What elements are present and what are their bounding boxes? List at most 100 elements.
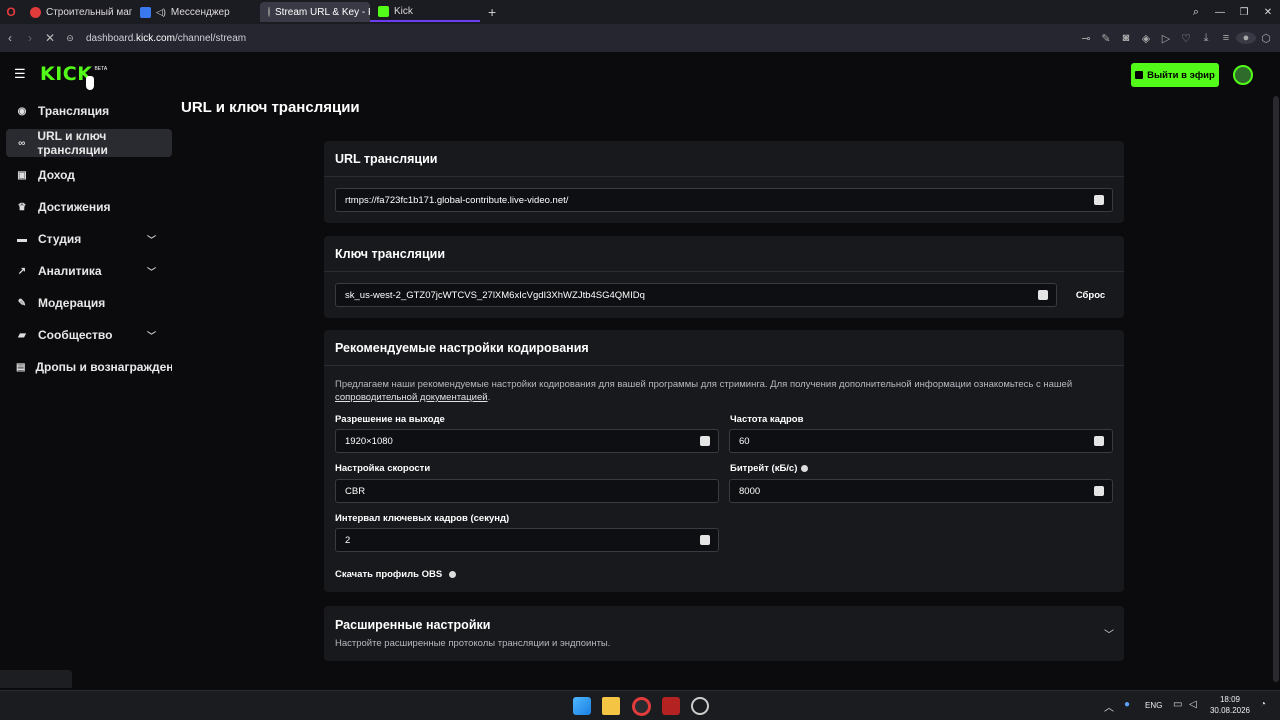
avatar[interactable]	[1233, 65, 1253, 85]
forward-icon[interactable]: ›	[20, 31, 40, 45]
chevron-down-icon[interactable]: ﹀	[1104, 626, 1114, 641]
extensions-icon[interactable]: ⬡	[1256, 32, 1276, 45]
sidebar-item-analytics[interactable]: ↗ Аналитика ﹀	[6, 257, 172, 285]
network-icon[interactable]: ▭	[1173, 699, 1182, 710]
chevron-down-icon: ﹀	[146, 266, 156, 277]
sidebar-item-label: Аналитика	[38, 264, 102, 278]
sidebar-item-label: Сообщество	[38, 328, 113, 342]
audio-playing-icon[interactable]: ◁)	[156, 7, 166, 18]
community-icon: ▰	[18, 329, 26, 341]
info-icon[interactable]	[801, 465, 809, 472]
copy-icon[interactable]	[1094, 436, 1104, 446]
chevron-up-icon[interactable]: ︿	[1104, 699, 1114, 714]
vpn-icon[interactable]: ◈	[1136, 32, 1156, 45]
steam-icon[interactable]	[691, 697, 709, 715]
sidebar-item-community[interactable]: ▰ Сообщество ﹀	[6, 321, 172, 349]
obs-profile-link[interactable]: Скачать профиль OBS	[335, 569, 457, 580]
file-explorer-icon[interactable]	[602, 697, 620, 715]
scrollbar-thumb[interactable]	[1273, 96, 1279, 682]
copy-icon[interactable]	[1094, 195, 1104, 205]
copy-icon[interactable]	[700, 535, 710, 545]
obs-profile-label: Скачать профиль OBS	[335, 569, 443, 580]
keyframe-field[interactable]: 2	[335, 528, 719, 552]
rate-control-field[interactable]: CBR	[335, 479, 719, 503]
hamburger-menu-icon[interactable]: ☰	[14, 66, 26, 82]
stream-url-field[interactable]: rtmps://fa723fc1b171.global-contribute.l…	[335, 188, 1113, 212]
browser-tab-messenger[interactable]: ◁) Мессенджер	[132, 2, 254, 22]
opera-menu-icon[interactable]: O	[0, 5, 22, 19]
windows-start-icon[interactable]	[573, 697, 591, 715]
play-icon[interactable]: ▷	[1156, 32, 1176, 45]
info-icon[interactable]	[449, 571, 457, 578]
language-indicator[interactable]: ENG	[1145, 701, 1162, 710]
restore-icon[interactable]: ❐	[1232, 7, 1256, 18]
sidebar-item-label: Модерация	[38, 296, 106, 310]
minimize-icon[interactable]: —	[1208, 7, 1232, 18]
broadcast-icon: ◉	[17, 105, 27, 117]
keyframe-label: Интервал ключевых кадров (секунд)	[335, 513, 510, 524]
edit-icon[interactable]: ✎	[1096, 32, 1116, 45]
sidebar-item-moderation[interactable]: ✎ Модерация	[6, 289, 172, 317]
sidebar-item-label: Студия	[38, 232, 82, 246]
dota-icon[interactable]	[662, 697, 680, 715]
sidebar-item-achievements[interactable]: ♛ Достижения	[6, 193, 172, 221]
clock[interactable]: 18:09 30.08.2026	[1206, 694, 1254, 716]
opera-browser-icon[interactable]	[632, 697, 651, 716]
menu-lines-icon[interactable]: ≡	[1216, 32, 1236, 44]
resolution-field[interactable]: 1920×1080	[335, 429, 719, 453]
sidebar-item-label: URL и ключ трансляции	[37, 129, 108, 157]
encoding-heading: Рекомендуемые настройки кодирования	[335, 341, 589, 355]
microphone-icon[interactable]: ●	[1124, 699, 1130, 710]
sidebar-item-studio[interactable]: ▬ Студия ﹀	[6, 225, 172, 253]
beta-badge: BETA	[94, 66, 108, 72]
camera-icon[interactable]: ◙	[1116, 32, 1136, 44]
browser-tab-stream-key[interactable]: Stream URL & Key - Kick	[260, 2, 370, 22]
page-scrollbar[interactable]	[1272, 52, 1280, 690]
studio-icon: ▬	[17, 233, 27, 245]
go-live-button[interactable]: Выйти в эфир	[1131, 63, 1219, 87]
framerate-value: 60	[739, 435, 750, 447]
bitrate-field[interactable]: 8000	[729, 479, 1113, 503]
download-icon[interactable]: ⤓	[1196, 32, 1216, 45]
copy-icon[interactable]	[700, 436, 710, 446]
back-icon[interactable]: ‹	[0, 31, 20, 45]
rate-control-value: CBR	[345, 485, 366, 497]
sidebar-item-stream-key[interactable]: ∞ URL и ключ трансляции	[6, 129, 172, 157]
reset-key-button[interactable]: Сброс	[1068, 283, 1113, 307]
advanced-settings-card[interactable]: Расширенные настройки Настройте расширен…	[324, 606, 1124, 661]
sidebar-item-label: Достижения	[38, 200, 111, 214]
reload-loading-icon[interactable]: ✕	[40, 31, 60, 45]
sidebar-item-broadcast[interactable]: ◉ Трансляция	[6, 97, 172, 125]
documentation-link[interactable]: сопроводительной документацией	[335, 392, 488, 403]
heart-icon[interactable]: ♡	[1176, 32, 1196, 45]
kick-logo[interactable]: KICK BETA	[40, 64, 107, 84]
store-favicon-icon	[30, 6, 41, 18]
copy-icon[interactable]	[1094, 486, 1104, 496]
encoding-card: Рекомендуемые настройки кодирования Пред…	[324, 330, 1124, 592]
framerate-field[interactable]: 60	[729, 429, 1113, 453]
description-text: Предлагаем наши рекомендуемые настройки …	[335, 379, 1073, 390]
bitrate-label-text: Битрейт (кБ/с)	[730, 463, 798, 474]
browser-tab-kick[interactable]: Kick	[370, 2, 480, 22]
volume-icon[interactable]: ◁	[1189, 699, 1197, 710]
sidebar-item-drops[interactable]: ▤ Дропы и вознаграждени	[6, 353, 172, 381]
new-tab-icon[interactable]: +	[488, 4, 496, 20]
logo-text: KICK	[40, 63, 93, 85]
stream-key-heading: Ключ трансляции	[335, 247, 445, 261]
copy-icon[interactable]	[1038, 290, 1048, 300]
status-url-pill	[0, 670, 72, 688]
clock-time: 18:09	[1219, 695, 1241, 704]
profile-icon[interactable]: ●	[1236, 32, 1256, 44]
encoding-description: Предлагаем наши рекомендуемые настройки …	[335, 379, 1073, 403]
address-bar: ‹ › ✕ ⊝ dashboard.kick.com/channel/strea…	[0, 24, 1280, 52]
close-window-icon[interactable]: ✕	[1256, 7, 1280, 18]
search-tabs-icon[interactable]: ⌕	[1184, 6, 1208, 19]
browser-tab-store[interactable]: Строительный магазин в	[22, 2, 132, 22]
sidebar-item-income[interactable]: ▣ Доход	[6, 161, 172, 189]
site-info-icon[interactable]: ⊝	[60, 33, 80, 44]
stream-key-field[interactable]: sk_us-west-2_GTZ07jcWTCVS_27lXM6xIcVgdI3…	[335, 283, 1057, 307]
url-field[interactable]: dashboard.kick.com/channel/stream	[86, 33, 246, 44]
tab-label: Stream URL & Key - Kick	[275, 6, 370, 18]
key-icon[interactable]: ⊸	[1076, 32, 1096, 45]
notifications-icon[interactable]: ◔	[1260, 699, 1266, 710]
